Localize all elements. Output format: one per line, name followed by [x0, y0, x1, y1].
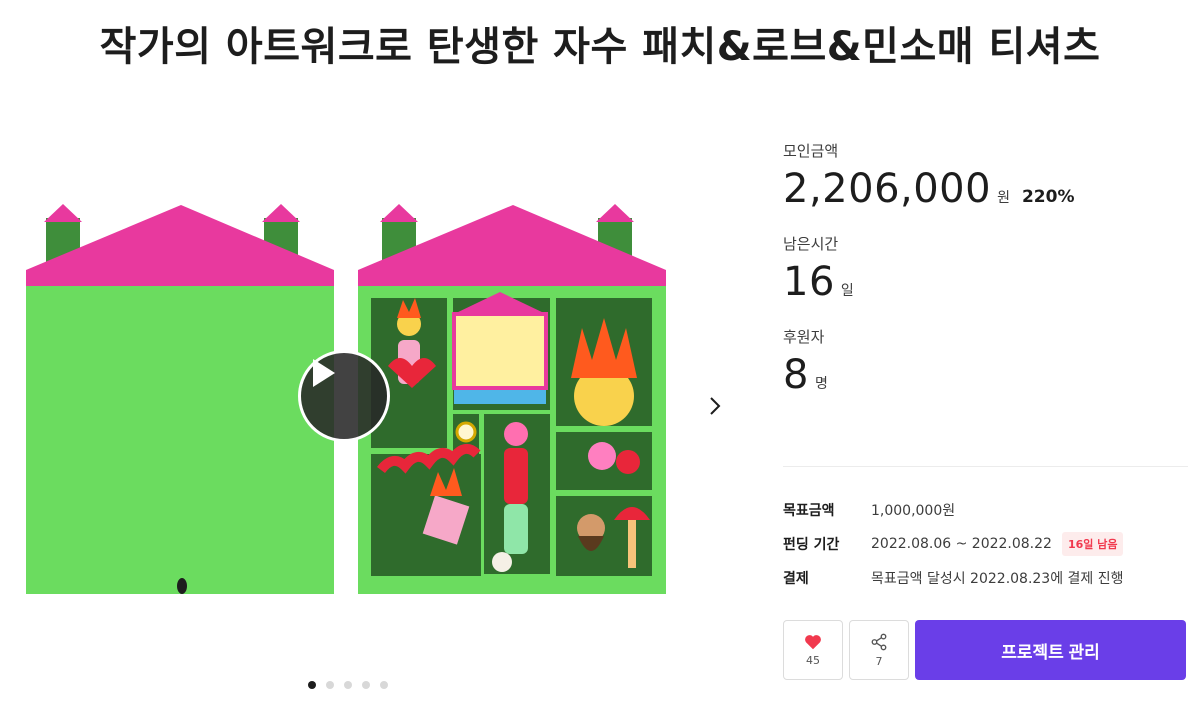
project-title: 작가의 아트워크로 탄생한 자수 패치&로브&민소매 티셔츠: [99, 24, 1101, 70]
raised-label: 모인금액: [783, 142, 839, 160]
funding-percent: 220%: [1021, 187, 1075, 207]
period-key: 펀딩 기간: [783, 537, 840, 553]
period-value: 2022.08.06 ~ 2022.08.22: [871, 536, 1052, 552]
divider: [783, 466, 1188, 467]
carousel-pagination: [308, 681, 388, 689]
share-count: 7: [875, 654, 883, 668]
backers-unit: 명: [814, 376, 828, 392]
carousel-dot[interactable]: [362, 681, 370, 689]
project-manage-button[interactable]: 프로젝트 관리: [915, 620, 1186, 680]
time-left-label: 남은시간: [783, 235, 839, 253]
like-count: 45: [806, 653, 820, 667]
goal-row: 목표금액 1,000,000원: [783, 493, 1188, 527]
carousel-dot[interactable]: [344, 681, 352, 689]
project-media-carousel[interactable]: [26, 200, 666, 596]
next-slide-button[interactable]: [704, 392, 726, 420]
raised-amount: 2,206,000: [783, 166, 992, 212]
carousel-dot[interactable]: [326, 681, 334, 689]
backers-row: 8 명: [783, 351, 1188, 399]
payment-row: 결제 목표금액 달성시 2022.08.23에 결제 진행: [783, 561, 1188, 595]
heart-icon: [805, 634, 821, 649]
payment-key: 결제: [783, 571, 809, 587]
carousel-dot[interactable]: [308, 681, 316, 689]
raised-row: 2,206,000 원 220%: [783, 165, 1188, 213]
left-house: [26, 204, 334, 594]
carousel-dot[interactable]: [380, 681, 388, 689]
play-icon: [313, 359, 335, 387]
goal-key: 목표금액: [783, 503, 835, 519]
time-left-row: 16 일: [783, 258, 1188, 306]
backers-value: 8: [783, 352, 809, 398]
time-left-unit: 일: [840, 283, 854, 299]
raised-unit: 원: [997, 190, 1010, 206]
days-left-badge: 16일 남음: [1061, 532, 1124, 556]
funding-stats: 모인금액 2,206,000 원 220% 남은시간 16 일 후원자 8 명: [783, 140, 1188, 419]
period-row: 펀딩 기간 2022.08.06 ~ 2022.08.22 16일 남음: [783, 527, 1188, 561]
chevron-right-icon: [710, 397, 721, 415]
like-button[interactable]: 45: [783, 620, 843, 680]
goal-value: 1,000,000원: [871, 503, 956, 519]
payment-value: 목표금액 달성시 2022.08.23에 결제 진행: [871, 571, 1124, 587]
right-house: [358, 204, 666, 594]
funding-info: 목표금액 1,000,000원 펀딩 기간 2022.08.06 ~ 2022.…: [783, 493, 1188, 595]
share-button[interactable]: 7: [849, 620, 909, 680]
backers-label: 후원자: [783, 328, 825, 346]
time-left-value: 16: [783, 259, 835, 305]
play-video-button[interactable]: [298, 350, 390, 442]
share-icon: [871, 633, 887, 650]
